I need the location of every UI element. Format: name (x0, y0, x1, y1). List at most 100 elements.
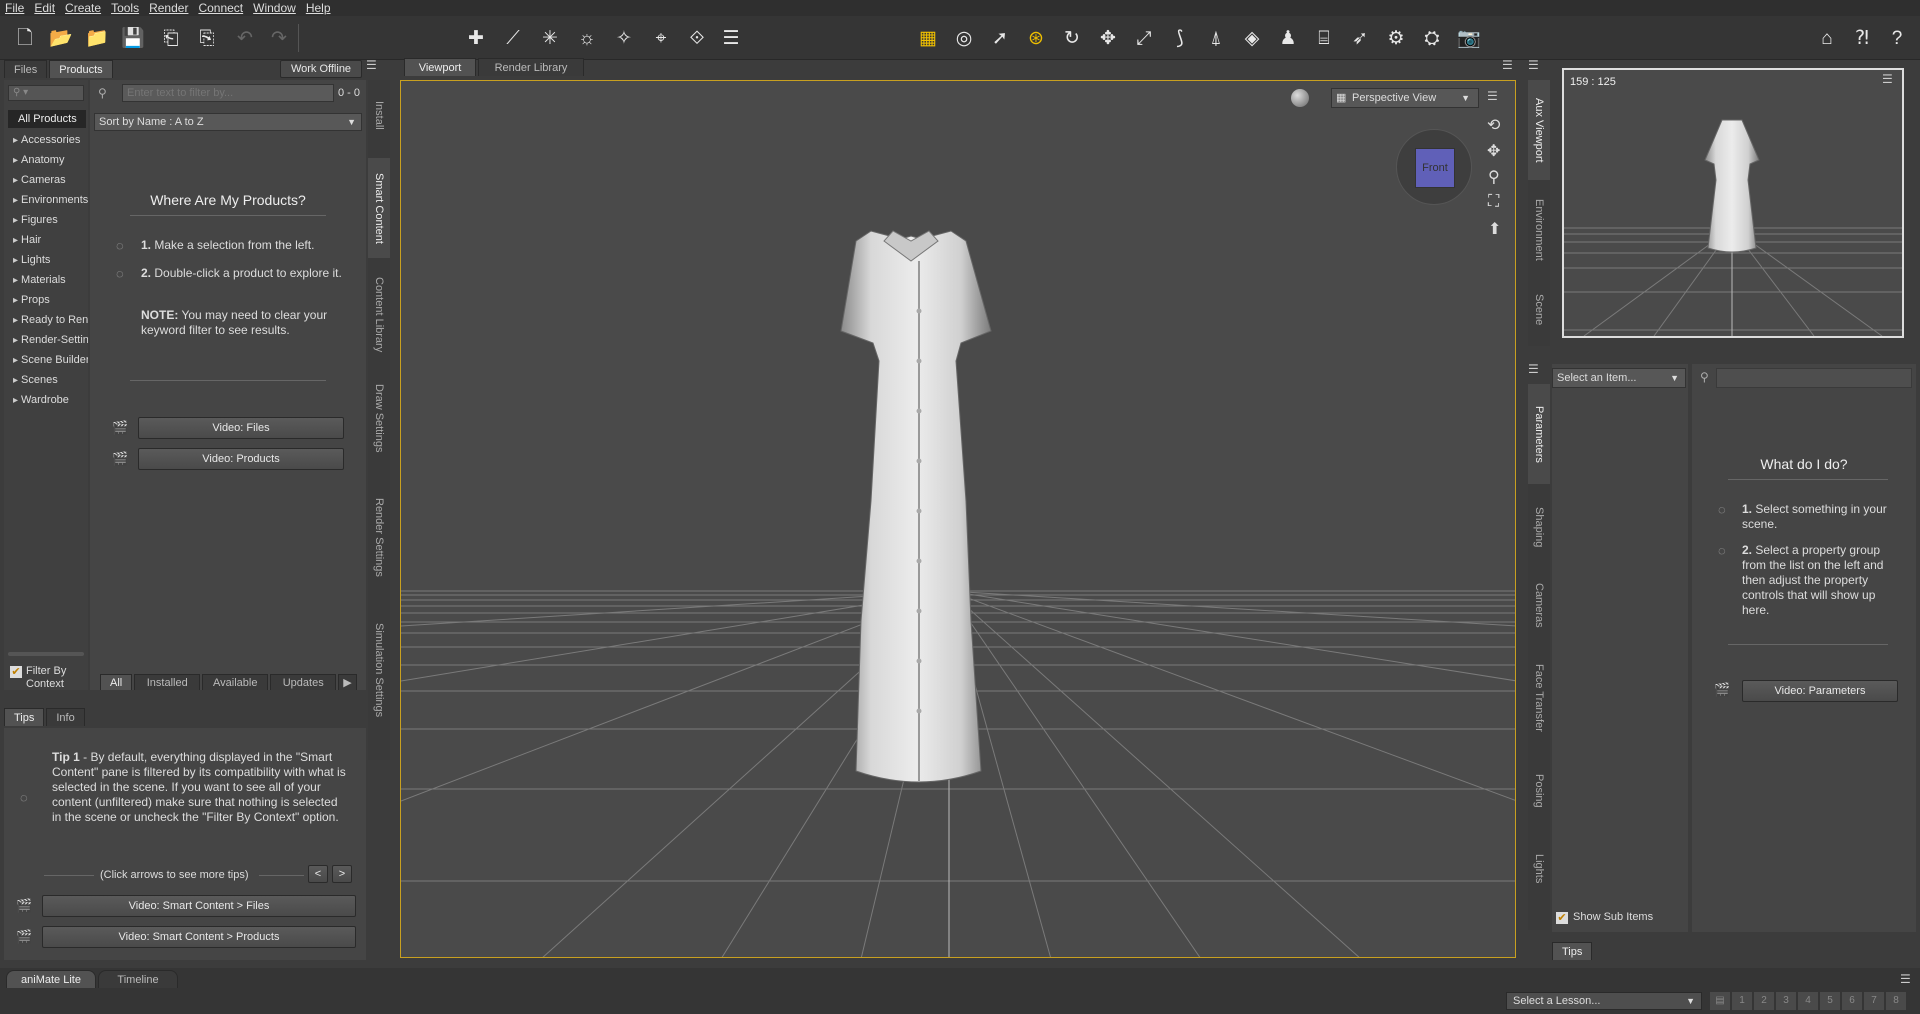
tab-files[interactable]: Files (4, 60, 48, 78)
reset-view-icon[interactable]: ⬆ (1488, 219, 1501, 239)
open-file-icon[interactable]: 📂 (48, 25, 74, 51)
category-item[interactable]: Accessories (8, 130, 88, 150)
prev-tip-button[interactable]: < (308, 865, 328, 883)
selection-tool-icon[interactable]: ➶ (1347, 25, 1373, 51)
icon-size-slider[interactable] (8, 652, 84, 656)
render-settings-icon[interactable]: ⚙ (1383, 25, 1409, 51)
rotate-icon[interactable]: ↻ (1059, 25, 1085, 51)
draw-style-icon[interactable] (1291, 89, 1309, 107)
tab-tips-right[interactable]: Tips (1552, 942, 1593, 960)
camera-tool-icon[interactable]: ⌸ (1311, 25, 1337, 51)
tab-products[interactable]: Products (49, 60, 113, 78)
point-light-icon[interactable]: ✳ (537, 25, 563, 51)
tab-updates[interactable]: Updates (270, 674, 337, 690)
product-filter-input[interactable] (122, 84, 334, 102)
pane-options-icon[interactable]: ☰ (1502, 58, 1518, 74)
sort-dropdown[interactable]: Sort by Name : A to Z ▼ (94, 113, 362, 131)
home-icon[interactable]: ⌂ (1814, 25, 1840, 51)
pan-icon[interactable]: ✥ (1487, 141, 1500, 161)
lesson-page[interactable]: 6 (1842, 992, 1862, 1010)
save-icon[interactable]: 💾 (120, 25, 146, 51)
tab-timeline[interactable]: Timeline (98, 970, 178, 988)
category-dropdown[interactable]: ⚲ ▾ (8, 85, 84, 101)
merge-file-icon[interactable]: 📁 (84, 25, 110, 51)
vtab-lights[interactable]: Lights (1528, 834, 1550, 904)
view-dropdown[interactable]: ▦ Perspective View ▼ (1331, 88, 1479, 108)
category-item[interactable]: Cameras (8, 170, 88, 190)
node-selection-icon[interactable]: ➚ (987, 25, 1013, 51)
translate-icon[interactable]: ✥ (1095, 25, 1121, 51)
tab-available[interactable]: Available (202, 674, 269, 690)
whats-this-icon[interactable]: ⁈ (1849, 25, 1875, 51)
category-item[interactable]: Environments (8, 190, 88, 210)
next-tip-button[interactable]: > (332, 865, 352, 883)
category-item[interactable]: Lights (8, 250, 88, 270)
category-item[interactable]: Scenes (8, 370, 88, 390)
menu-render[interactable]: Render (144, 1, 193, 15)
figure-tool-icon[interactable]: ♟ (1275, 25, 1301, 51)
all-products-item[interactable]: All Products (8, 110, 86, 128)
orbit-icon[interactable]: ⟲ (1487, 115, 1500, 135)
vtab-parameters[interactable]: Parameters (1528, 384, 1550, 484)
view-cube-face[interactable]: Front (1415, 148, 1455, 188)
category-item[interactable]: Render-Settings (8, 330, 88, 350)
category-item[interactable]: Wardrobe (8, 390, 88, 410)
vtab-content-library[interactable]: Content Library (368, 265, 390, 365)
spot-light-icon[interactable]: ⟋ (500, 25, 526, 51)
import-icon[interactable]: ⎗ (158, 25, 184, 51)
undo-icon[interactable]: ↶ (232, 25, 258, 51)
view-cube[interactable]: Front (1396, 129, 1472, 205)
pane-options-icon[interactable]: ☰ (366, 58, 382, 74)
tab-render-library[interactable]: Render Library (478, 58, 584, 76)
lesson-page[interactable]: 2 (1754, 992, 1774, 1010)
work-offline-button[interactable]: Work Offline (280, 60, 362, 78)
render-icon[interactable]: ⛭ (1419, 25, 1445, 51)
redo-icon[interactable]: ↷ (266, 25, 292, 51)
video-parameters-button[interactable]: Video: Parameters (1742, 680, 1898, 702)
tab-installed[interactable]: Installed (134, 674, 201, 690)
menu-help[interactable]: Help (301, 1, 336, 15)
lesson-page[interactable]: 5 (1820, 992, 1840, 1010)
category-item[interactable]: Materials (8, 270, 88, 290)
vtab-draw-settings[interactable]: Draw Settings (368, 373, 390, 463)
category-item[interactable]: Anatomy (8, 150, 88, 170)
lesson-page[interactable]: 8 (1886, 992, 1906, 1010)
create-figure-icon[interactable]: ✚ (463, 25, 489, 51)
pane-options-icon[interactable]: ☰ (1528, 362, 1544, 378)
lesson-nav-icon[interactable]: ▤ (1710, 992, 1730, 1010)
vtab-install[interactable]: Install (368, 80, 390, 150)
vtab-scene[interactable]: Scene (1528, 280, 1550, 340)
universal-tool-icon[interactable]: ◎ (951, 25, 977, 51)
vtab-smart-content[interactable]: Smart Content (368, 158, 390, 258)
lesson-page[interactable]: 4 (1798, 992, 1818, 1010)
pane-options-icon[interactable]: ☰ (1528, 58, 1544, 74)
tab-animate-lite[interactable]: aniMate Lite (6, 970, 96, 988)
menu-window[interactable]: Window (248, 1, 301, 15)
menu-create[interactable]: Create (60, 1, 106, 15)
category-item[interactable]: Figures (8, 210, 88, 230)
distant-light-icon[interactable]: ✧ (611, 25, 637, 51)
grid-select-icon[interactable]: ▦ (915, 25, 941, 51)
viewport-options-icon[interactable]: ☰ (1487, 89, 1503, 105)
video-smart-content-products-button[interactable]: Video: Smart Content > Products (42, 926, 356, 948)
tab-tips[interactable]: Tips (4, 708, 45, 726)
category-item[interactable]: Ready to Render (8, 310, 88, 330)
export-icon[interactable]: ⎘ (194, 25, 220, 51)
active-pose-icon[interactable]: ⊛ (1023, 25, 1049, 51)
sun-light-icon[interactable]: ☼ (574, 25, 600, 51)
vtab-shaping[interactable]: Shaping (1528, 492, 1550, 562)
tab-viewport[interactable]: Viewport (404, 58, 476, 76)
tab-all[interactable]: All (100, 674, 133, 690)
help-icon[interactable]: ? (1884, 25, 1910, 51)
vtab-render-settings[interactable]: Render Settings (368, 487, 390, 587)
new-file-icon[interactable]: 🗋 (12, 25, 38, 51)
menu-edit[interactable]: Edit (29, 1, 60, 15)
vtab-environment[interactable]: Environment (1528, 190, 1550, 270)
menu-tools[interactable]: Tools (106, 1, 144, 15)
vtab-cameras[interactable]: Cameras (1528, 570, 1550, 640)
video-products-button[interactable]: Video: Products (138, 448, 344, 470)
item-select-dropdown[interactable]: Select an Item... ▼ (1552, 368, 1686, 388)
frame-icon[interactable]: ⛶ (1488, 193, 1499, 211)
3d-viewport[interactable]: ▦ Perspective View ▼ ☰ Front ⟲ ✥ ⚲ ⛶ ⬆ (400, 80, 1516, 958)
list-icon[interactable]: ☰ (718, 25, 744, 51)
